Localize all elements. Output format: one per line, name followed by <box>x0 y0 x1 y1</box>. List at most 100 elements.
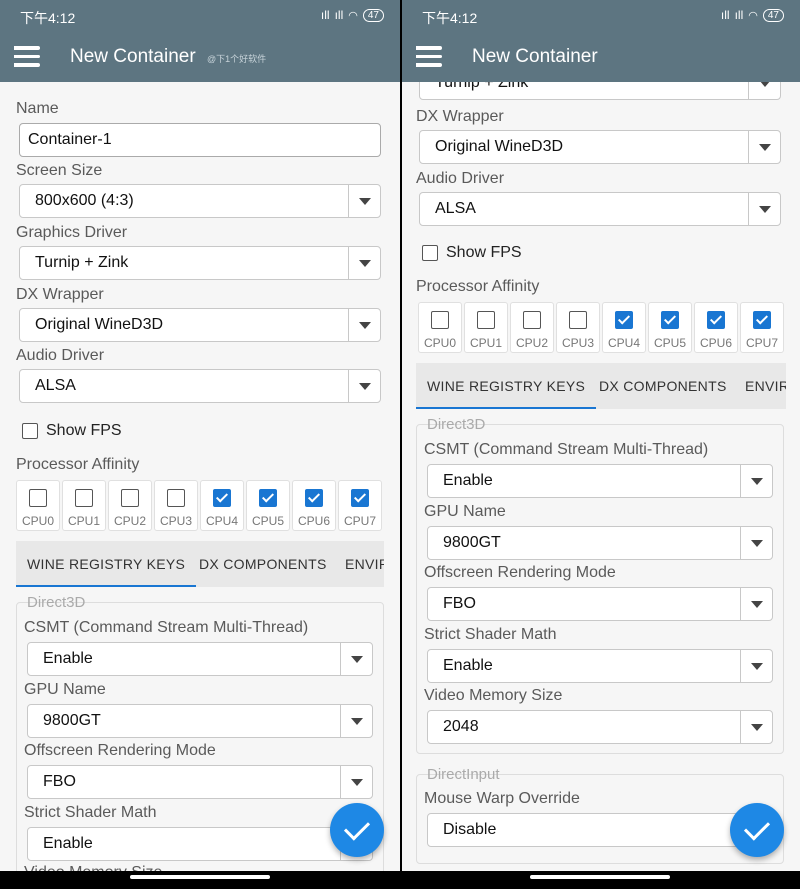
offscreen-rendering-select[interactable]: FBO <box>427 587 773 621</box>
battery-icon: 47 <box>362 8 384 22</box>
watermark: @下1个好软件 <box>207 54 267 64</box>
checkbox-checked-icon[interactable] <box>259 489 277 507</box>
audio-driver-select[interactable]: ALSA <box>419 192 781 226</box>
video-memory-select[interactable]: 2048 <box>427 710 773 744</box>
checkbox-unchecked-icon[interactable] <box>29 489 47 507</box>
strict-shader-select[interactable]: Enable <box>27 827 373 861</box>
cpu-checkbox-0[interactable]: CPU0 <box>418 302 462 353</box>
cpu-label: CPU7 <box>343 514 376 528</box>
tab-dx-components[interactable]: DX COMPONENTS <box>599 363 727 409</box>
cpu-checkbox-0[interactable]: CPU0 <box>16 480 60 531</box>
dx-wrapper-select[interactable]: Original WineD3D <box>419 130 781 164</box>
tab-bar: WINE REGISTRY KEYS DX COMPONENTS ENVIR <box>16 541 384 587</box>
cpu-label: CPU5 <box>251 514 284 528</box>
checkbox-checked-icon[interactable] <box>351 489 369 507</box>
checkbox[interactable] <box>22 423 38 439</box>
offscreen-rendering-select[interactable]: FBO <box>27 765 373 799</box>
dx-wrapper-select[interactable]: Original WineD3D <box>19 308 381 342</box>
confirm-button[interactable] <box>730 803 784 857</box>
csmt-select[interactable]: Enable <box>427 464 773 498</box>
form-scroll[interactable]: Turnip + Zink DX Wrapper Original WineD3… <box>402 82 800 889</box>
status-time: 下午4:12 <box>422 10 478 26</box>
chevron-down-icon <box>340 643 372 675</box>
cpu-checkbox-3[interactable]: CPU3 <box>154 480 198 531</box>
chevron-down-icon <box>348 247 380 279</box>
battery-icon: 47 <box>762 8 784 22</box>
screen-size-select[interactable]: 800x600 (4:3) <box>19 184 381 218</box>
confirm-button[interactable] <box>330 803 384 857</box>
checkbox[interactable] <box>422 245 438 261</box>
chevron-down-icon <box>740 465 772 497</box>
audio-driver-label: Audio Driver <box>416 170 505 187</box>
checkbox-unchecked-icon[interactable] <box>121 489 139 507</box>
tab-environment[interactable]: ENVIR <box>345 541 384 587</box>
cpu-checkbox-6[interactable]: CPU6 <box>694 302 738 353</box>
show-fps-checkbox[interactable]: Show FPS <box>422 244 522 262</box>
app-bar: New Container <box>402 32 800 82</box>
cpu-label: CPU2 <box>515 336 548 350</box>
cpu-label: CPU3 <box>561 336 594 350</box>
cpu-checkbox-4[interactable]: CPU4 <box>602 302 646 353</box>
signal-icon: ıll <box>734 8 744 22</box>
csmt-label: CSMT (Command Stream Multi-Thread) <box>24 619 309 636</box>
checkbox-unchecked-icon[interactable] <box>75 489 93 507</box>
checkbox-unchecked-icon[interactable] <box>569 311 587 329</box>
cpu-checkbox-5[interactable]: CPU5 <box>648 302 692 353</box>
processor-affinity-label: Processor Affinity <box>16 456 140 473</box>
status-icons: ıll ıll ◠ 47 <box>321 8 384 22</box>
mouse-warp-select[interactable]: Disable <box>427 813 773 847</box>
offscreen-rendering-label: Offscreen Rendering Mode <box>24 742 216 759</box>
processor-affinity-label: Processor Affinity <box>416 278 540 295</box>
graphics-driver-select[interactable]: Turnip + Zink <box>19 246 381 280</box>
nav-bar <box>402 871 800 889</box>
mouse-warp-label: Mouse Warp Override <box>424 790 580 807</box>
strict-shader-select[interactable]: Enable <box>427 649 773 683</box>
graphics-driver-select[interactable]: Turnip + Zink <box>419 82 781 100</box>
status-bar: 下午4:12 ıll ıll ◠ 47 <box>402 0 800 32</box>
csmt-select[interactable]: Enable <box>27 642 373 676</box>
cpu-label: CPU7 <box>745 336 778 350</box>
name-label: Name <box>16 100 59 117</box>
gpu-name-select[interactable]: 9800GT <box>27 704 373 738</box>
checkbox-checked-icon[interactable] <box>615 311 633 329</box>
checkbox-unchecked-icon[interactable] <box>523 311 541 329</box>
cpu-checkbox-4[interactable]: CPU4 <box>200 480 244 531</box>
cpu-checkbox-7[interactable]: CPU7 <box>740 302 784 353</box>
signal-icon: ıll <box>720 8 730 22</box>
checkbox-checked-icon[interactable] <box>707 311 725 329</box>
chevron-down-icon <box>348 185 380 217</box>
gpu-name-select[interactable]: 9800GT <box>427 526 773 560</box>
home-gesture-handle[interactable] <box>530 875 670 879</box>
nav-bar <box>0 871 400 889</box>
cpu-checkbox-1[interactable]: CPU1 <box>62 480 106 531</box>
tab-environment[interactable]: ENVIR <box>745 363 786 409</box>
cpu-affinity-list: CPU0 CPU1 CPU2 CPU3 CPU4 CPU5 CPU6 CPU7 <box>16 480 382 531</box>
name-field[interactable]: Container-1 <box>19 123 381 157</box>
checkbox-unchecked-icon[interactable] <box>431 311 449 329</box>
tab-dx-components[interactable]: DX COMPONENTS <box>199 541 327 587</box>
cpu-checkbox-6[interactable]: CPU6 <box>292 480 336 531</box>
checkbox-checked-icon[interactable] <box>753 311 771 329</box>
cpu-checkbox-2[interactable]: CPU2 <box>108 480 152 531</box>
checkbox-checked-icon[interactable] <box>661 311 679 329</box>
form-scroll[interactable]: Name Container-1 Screen Size 800x600 (4:… <box>0 82 400 889</box>
cpu-checkbox-5[interactable]: CPU5 <box>246 480 290 531</box>
chevron-down-icon <box>748 131 780 163</box>
tab-wine-registry-keys[interactable]: WINE REGISTRY KEYS <box>16 541 197 587</box>
checkbox-checked-icon[interactable] <box>305 489 323 507</box>
audio-driver-select[interactable]: ALSA <box>19 369 381 403</box>
screen-size-label: Screen Size <box>16 162 103 179</box>
checkbox-unchecked-icon[interactable] <box>477 311 495 329</box>
cpu-checkbox-3[interactable]: CPU3 <box>556 302 600 353</box>
checkbox-checked-icon[interactable] <box>213 489 231 507</box>
cpu-checkbox-7[interactable]: CPU7 <box>338 480 382 531</box>
checkbox-unchecked-icon[interactable] <box>167 489 185 507</box>
menu-icon[interactable] <box>14 46 40 68</box>
cpu-checkbox-2[interactable]: CPU2 <box>510 302 554 353</box>
home-gesture-handle[interactable] <box>130 875 270 879</box>
tab-wine-registry-keys[interactable]: WINE REGISTRY KEYS <box>416 363 597 409</box>
cpu-checkbox-1[interactable]: CPU1 <box>464 302 508 353</box>
menu-icon[interactable] <box>416 46 442 68</box>
show-fps-checkbox[interactable]: Show FPS <box>22 422 122 440</box>
chevron-down-icon <box>740 711 772 743</box>
